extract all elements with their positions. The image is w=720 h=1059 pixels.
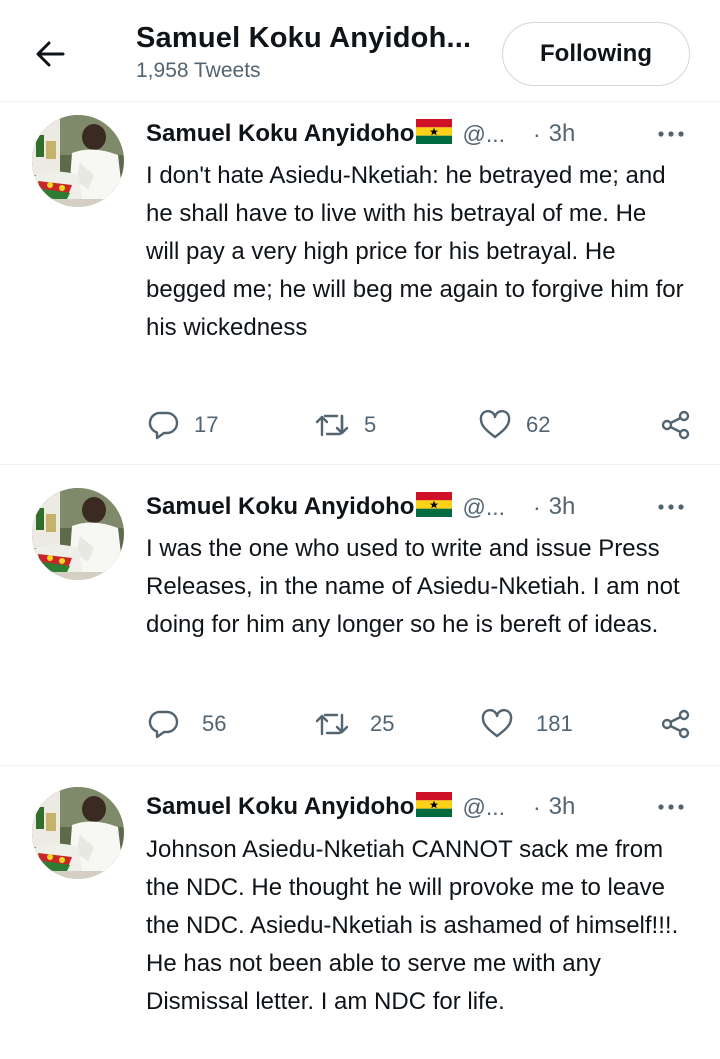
retweet-button[interactable]: 25 <box>314 704 394 744</box>
share-icon <box>661 709 690 739</box>
author-name[interactable]: Samuel Koku Anyidoho <box>146 493 414 521</box>
tweet[interactable]: Samuel Koku Anyidoho @... · 3h I was the… <box>0 466 720 766</box>
more-icon <box>658 131 684 137</box>
separator-dot: · <box>533 793 541 820</box>
more-button[interactable] <box>656 490 686 524</box>
separator-dot: · <box>533 493 541 520</box>
share-button[interactable] <box>660 409 692 446</box>
reply-icon <box>148 710 179 739</box>
reply-count: 56 <box>202 711 227 736</box>
retweet-icon <box>315 414 349 437</box>
tweet-time[interactable]: 3h <box>549 793 576 821</box>
reply-icon <box>148 411 179 440</box>
tweet-time[interactable]: 3h <box>549 493 576 521</box>
tweet-actions: 17 5 62 <box>146 405 694 445</box>
share-button[interactable] <box>660 708 692 745</box>
reply-button[interactable]: 56 <box>148 704 226 744</box>
author-handle[interactable]: @... <box>462 121 505 148</box>
author-handle[interactable]: @... <box>462 494 505 521</box>
author-name[interactable]: Samuel Koku Anyidoho <box>146 793 414 821</box>
like-button[interactable]: 62 <box>478 405 550 445</box>
avatar[interactable] <box>32 787 124 879</box>
ghana-flag-icon <box>416 492 453 522</box>
like-count: 62 <box>526 412 551 437</box>
profile-header: Samuel Koku Anyidoh... 1,958 Tweets Foll… <box>0 0 720 102</box>
retweet-count: 5 <box>364 412 377 437</box>
retweet-button[interactable]: 5 <box>314 405 376 445</box>
following-button[interactable]: Following <box>502 22 690 86</box>
more-button[interactable] <box>656 117 686 151</box>
ghana-flag-icon <box>416 119 453 149</box>
tweet-actions: 56 25 181 <box>146 704 694 744</box>
more-button[interactable] <box>656 790 686 824</box>
author-handle[interactable]: @... <box>462 794 505 821</box>
tweet[interactable]: Samuel Koku Anyidoho @... · 3h I don't h… <box>0 103 720 465</box>
tweet[interactable]: Samuel Koku Anyidoho @... · 3h Johnson A… <box>0 767 720 1059</box>
tweet-text: I was the one who used to write and issu… <box>146 535 680 638</box>
like-button[interactable]: 181 <box>480 704 573 744</box>
retweet-icon <box>315 713 349 736</box>
more-icon <box>658 504 684 510</box>
avatar[interactable] <box>32 115 124 207</box>
tweet-text: Johnson Asiedu-Nketiah CANNOT sack me fr… <box>146 836 679 1015</box>
like-icon <box>481 708 513 738</box>
tweet-text: I don't hate Asiedu-Nketiah: he betrayed… <box>146 162 684 341</box>
profile-name-title: Samuel Koku Anyidoh... <box>136 22 472 54</box>
back-button[interactable] <box>28 32 72 76</box>
tweet-time[interactable]: 3h <box>549 120 576 148</box>
ghana-flag-icon <box>416 792 453 822</box>
retweet-count: 25 <box>370 711 395 736</box>
share-icon <box>661 410 690 440</box>
reply-count: 17 <box>194 412 219 437</box>
back-arrow-icon <box>36 41 65 67</box>
like-count: 181 <box>536 711 573 736</box>
like-icon <box>479 409 511 439</box>
reply-button[interactable]: 17 <box>148 405 218 445</box>
more-icon <box>658 804 684 810</box>
tweet-count: 1,958 Tweets <box>136 59 261 82</box>
separator-dot: · <box>533 120 541 147</box>
author-name[interactable]: Samuel Koku Anyidoho <box>146 120 414 148</box>
avatar[interactable] <box>32 488 124 580</box>
